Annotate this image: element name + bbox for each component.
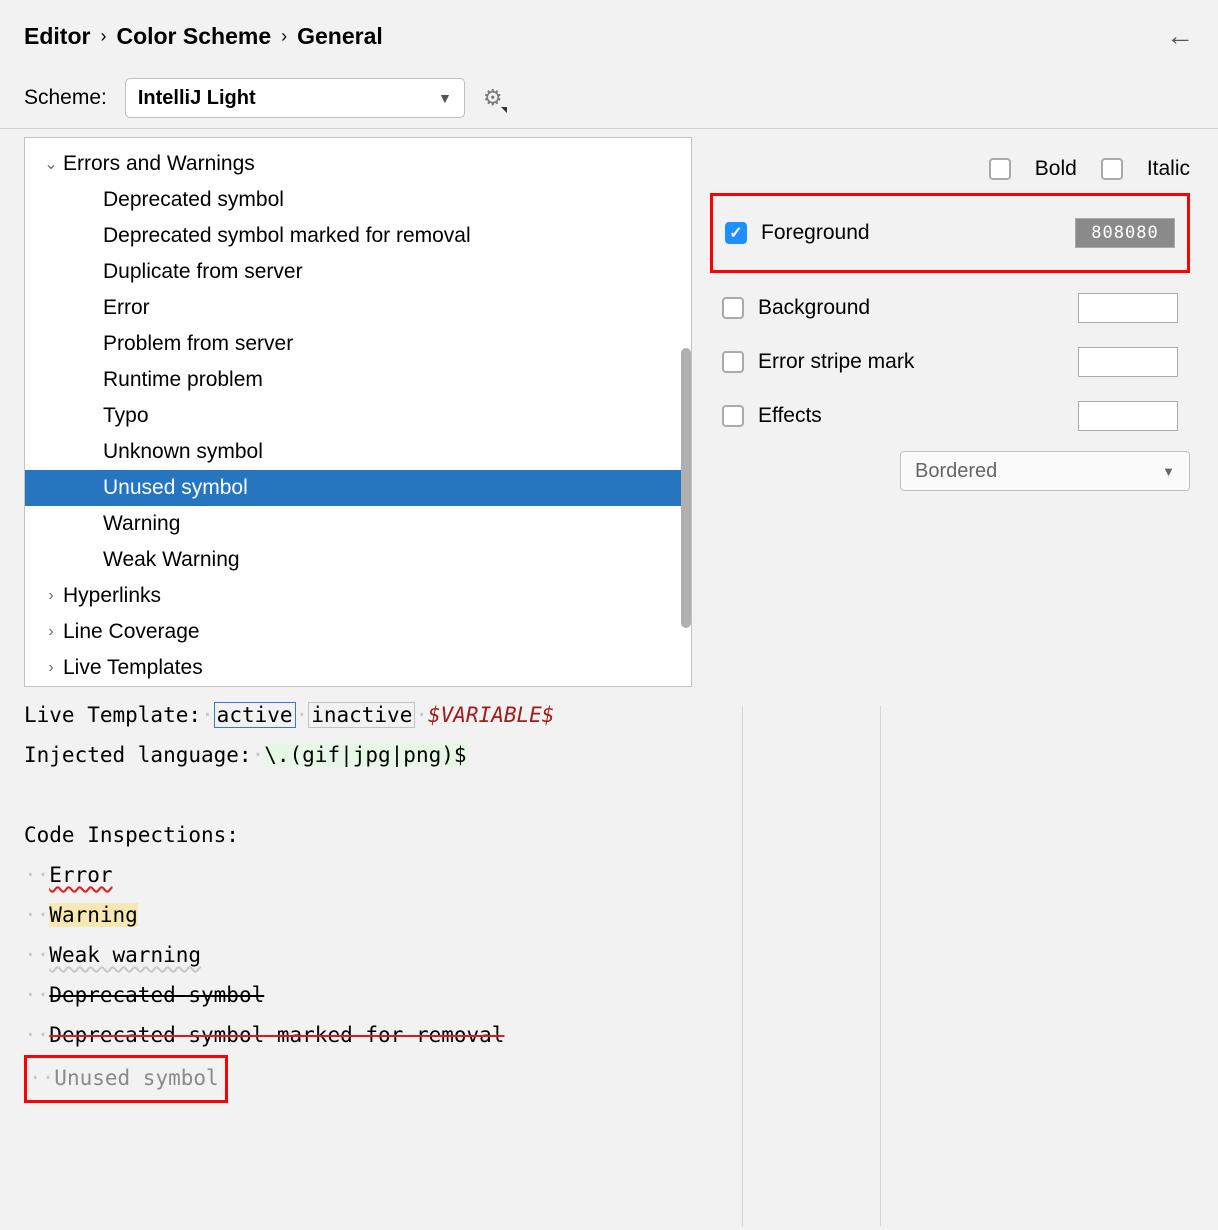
- effects-color-swatch[interactable]: [1078, 401, 1178, 431]
- tree-item[interactable]: Error: [25, 290, 691, 326]
- tree-item[interactable]: Duplicate from server: [25, 254, 691, 290]
- scrollbar-thumb[interactable]: [681, 348, 691, 628]
- background-color-swatch[interactable]: [1078, 293, 1178, 323]
- bold-checkbox[interactable]: [989, 158, 1011, 180]
- preview-warning: Warning: [49, 903, 138, 927]
- preview-live-template-label: Live Template:: [24, 703, 201, 727]
- preview-deprecated-removal: Deprecated symbol marked for removal: [49, 1023, 504, 1047]
- bold-label: Bold: [1035, 157, 1077, 181]
- chevron-down-icon: ⌄: [39, 154, 63, 174]
- scheme-label: Scheme:: [24, 86, 107, 110]
- tree-item[interactable]: Runtime problem: [25, 362, 691, 398]
- error-stripe-checkbox[interactable]: [722, 351, 744, 373]
- chevron-right-icon: ›: [39, 623, 63, 641]
- scheme-gear-button[interactable]: ⚙: [483, 85, 503, 111]
- dropdown-triangle-icon: [501, 107, 507, 113]
- tree-item-unused-symbol[interactable]: Unused symbol: [25, 470, 691, 506]
- preview-active-box: active: [214, 702, 296, 728]
- foreground-row-highlight: Foreground 808080: [710, 193, 1190, 273]
- preview-inactive-box: inactive: [308, 702, 415, 728]
- effects-type-value: Bordered: [915, 460, 997, 483]
- back-arrow-icon[interactable]: ←: [1166, 20, 1194, 52]
- preview-gutter-line: [880, 706, 881, 1226]
- tree-group-errors-warnings[interactable]: ⌄ Errors and Warnings: [25, 146, 691, 182]
- foreground-color-swatch[interactable]: 808080: [1075, 218, 1175, 248]
- chevron-down-icon: ▼: [438, 90, 452, 106]
- breadcrumb-general[interactable]: General: [297, 23, 383, 50]
- italic-checkbox[interactable]: [1101, 158, 1123, 180]
- scheme-select[interactable]: IntelliJ Light ▼: [125, 78, 465, 118]
- category-tree[interactable]: ⌄ Errors and Warnings Deprecated symbol …: [24, 137, 692, 687]
- foreground-label: Foreground: [761, 221, 1061, 245]
- preview-weak-warning: Weak warning: [49, 943, 201, 967]
- tree-item[interactable]: Deprecated symbol: [25, 182, 691, 218]
- preview-unused-highlight: ··Unused symbol: [24, 1055, 228, 1103]
- preview-panel: Live Template:·active·inactive·$VARIABLE…: [24, 695, 736, 1103]
- tree-item[interactable]: Weak Warning: [25, 542, 691, 578]
- foreground-checkbox[interactable]: [725, 222, 747, 244]
- tree-item[interactable]: Problem from server: [25, 326, 691, 362]
- chevron-right-icon: ›: [100, 26, 106, 47]
- preview-code-inspections-label: Code Inspections:: [24, 815, 736, 855]
- preview-injected-regex: \.(gif|jpg|png)$: [264, 743, 466, 767]
- scheme-value: IntelliJ Light: [138, 87, 256, 110]
- chevron-right-icon: ›: [39, 659, 63, 677]
- chevron-right-icon: ›: [39, 587, 63, 605]
- chevron-right-icon: ›: [281, 26, 287, 47]
- tree-group-hyperlinks[interactable]: › Hyperlinks: [25, 578, 691, 614]
- tree-item[interactable]: Typo: [25, 398, 691, 434]
- error-stripe-color-swatch[interactable]: [1078, 347, 1178, 377]
- error-stripe-label: Error stripe mark: [758, 350, 1064, 374]
- tree-group-line-coverage[interactable]: › Line Coverage: [25, 614, 691, 650]
- effects-checkbox[interactable]: [722, 405, 744, 427]
- preview-unused-symbol: Unused symbol: [54, 1066, 218, 1090]
- breadcrumb-editor[interactable]: Editor: [24, 23, 90, 50]
- background-label: Background: [758, 296, 1064, 320]
- preview-gutter-line: [742, 706, 743, 1226]
- tree-item[interactable]: Deprecated symbol marked for removal: [25, 218, 691, 254]
- preview-error: Error: [49, 863, 112, 887]
- breadcrumb-color-scheme[interactable]: Color Scheme: [116, 23, 271, 50]
- tree-item[interactable]: Unknown symbol: [25, 434, 691, 470]
- attributes-panel: Bold Italic Foreground 808080 Background…: [710, 129, 1218, 687]
- tree-group-label: Errors and Warnings: [63, 152, 255, 176]
- tree-group-live-templates[interactable]: › Live Templates: [25, 650, 691, 686]
- background-checkbox[interactable]: [722, 297, 744, 319]
- tree-item[interactable]: Warning: [25, 506, 691, 542]
- italic-label: Italic: [1147, 157, 1190, 181]
- preview-deprecated: Deprecated symbol: [49, 983, 264, 1007]
- preview-variable: $VARIABLE$: [428, 703, 554, 727]
- effects-label: Effects: [758, 404, 1064, 428]
- preview-injected-label: Injected language:: [24, 743, 252, 767]
- breadcrumb: Editor › Color Scheme › General ←: [0, 0, 1218, 62]
- effects-type-select[interactable]: Bordered ▼: [900, 451, 1190, 491]
- chevron-down-icon: ▼: [1162, 464, 1175, 479]
